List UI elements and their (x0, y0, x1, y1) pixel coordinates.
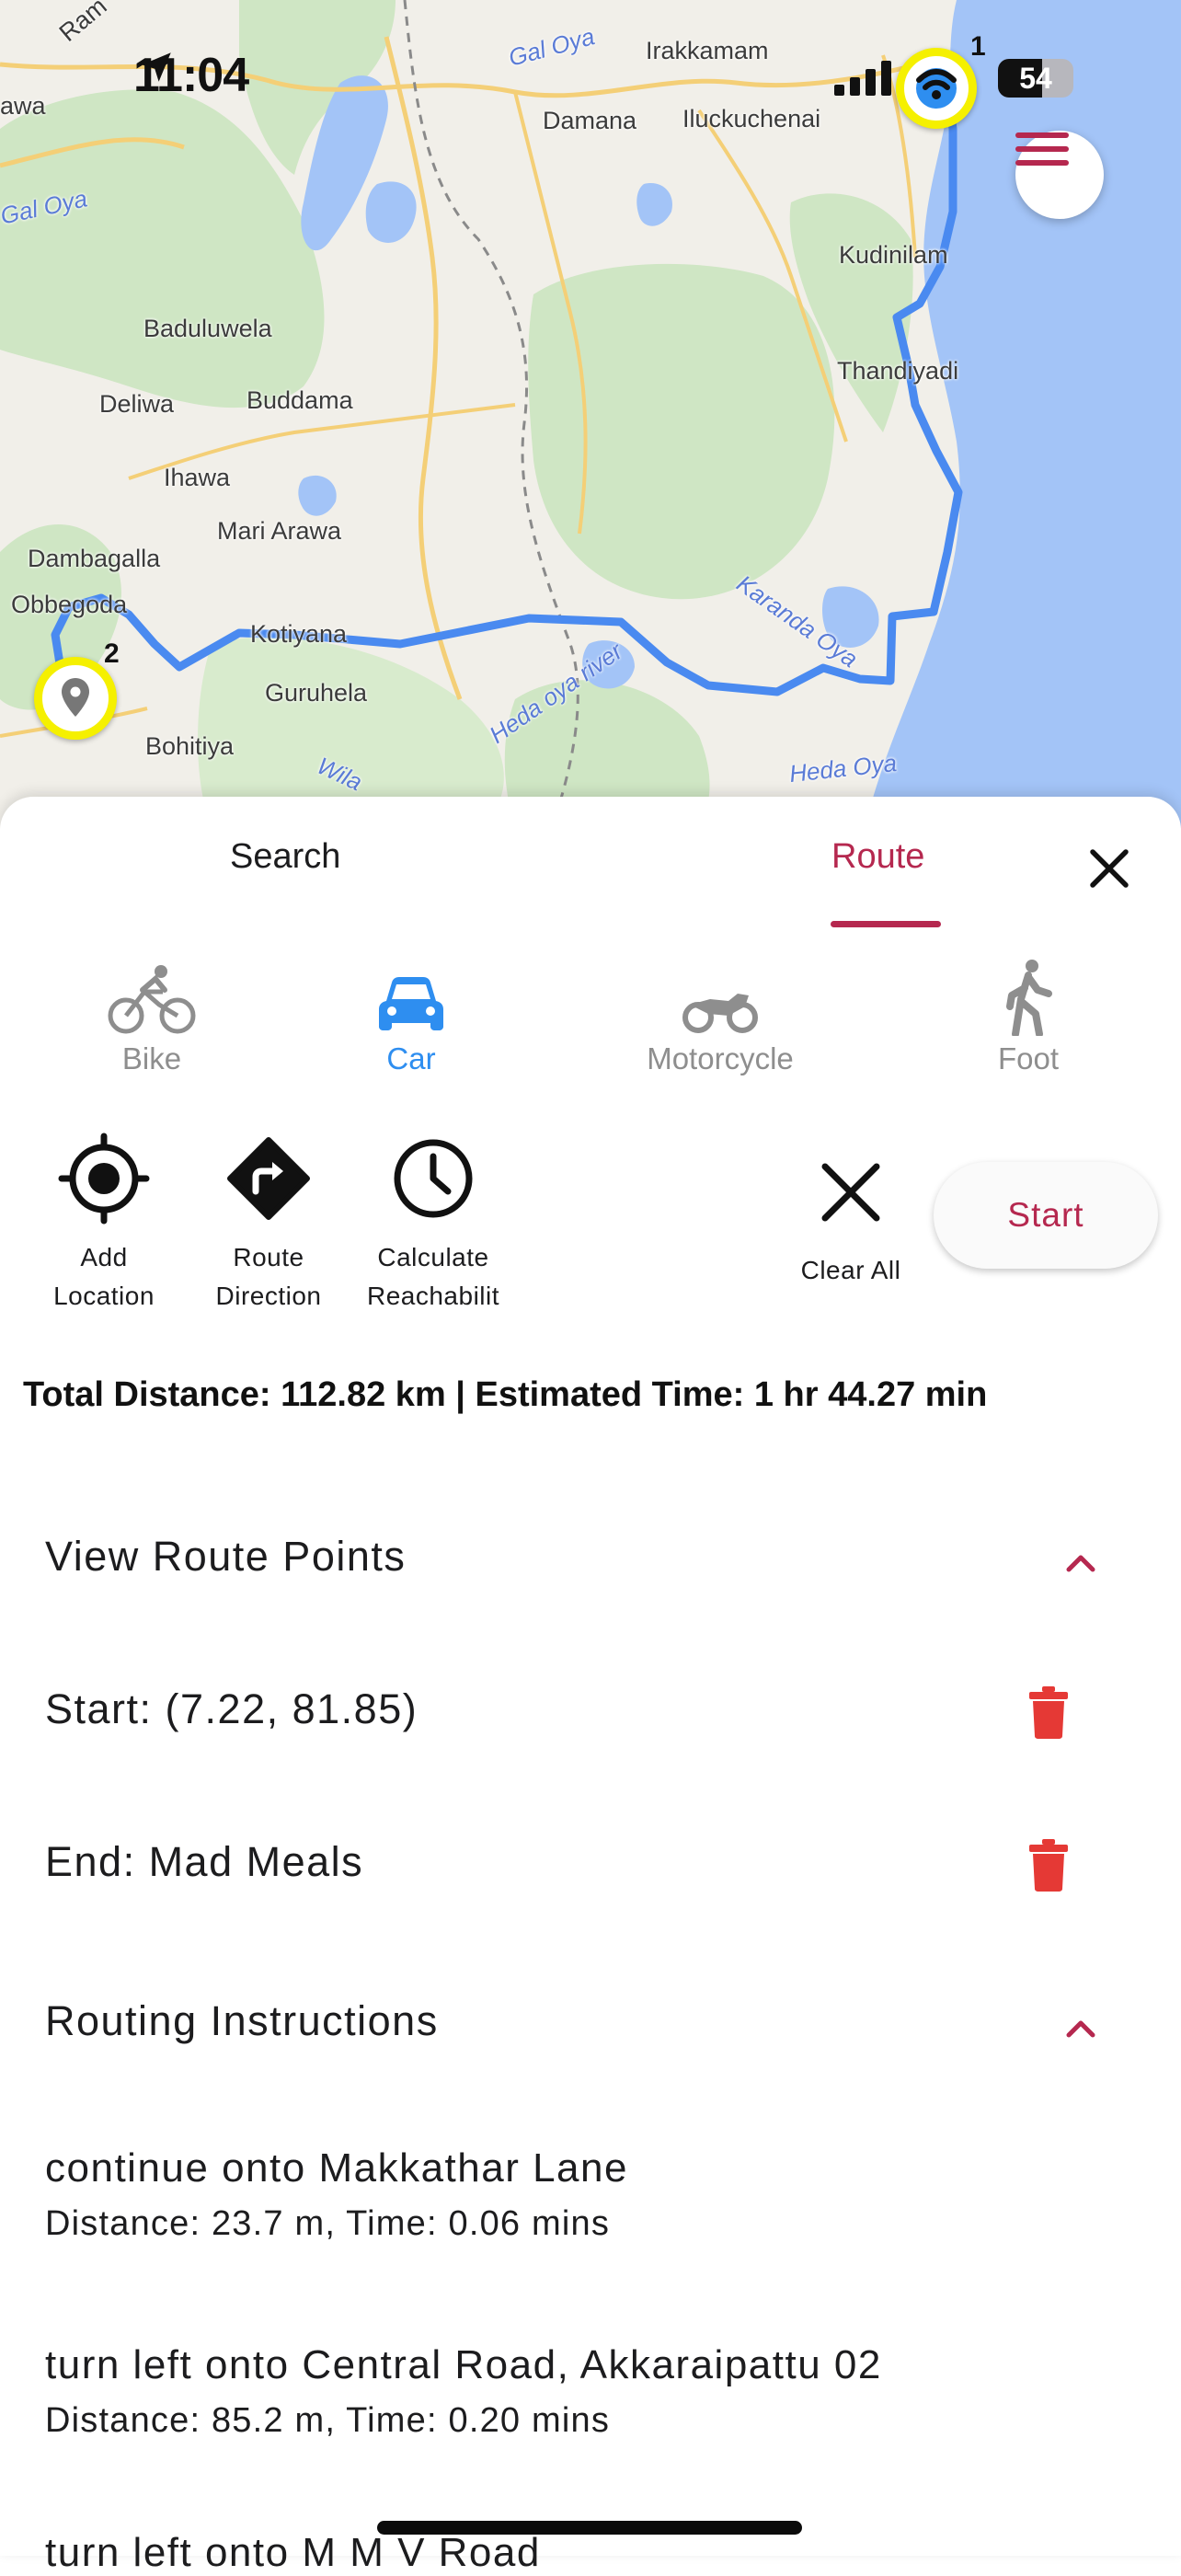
mode-car[interactable]: Car (301, 953, 522, 1076)
hamburger-menu-icon (1015, 132, 1069, 166)
add-location-button[interactable]: Add Location (12, 1128, 196, 1316)
instruction-text: continue onto Makkathar Lane (45, 2145, 628, 2191)
mode-motorcycle[interactable]: Motorcycle (610, 953, 831, 1076)
instruction-item: turn left onto Central Road, Akkaraipatt… (45, 2342, 882, 2441)
map-label: Baduluwela (143, 315, 272, 342)
mode-label: Motorcycle (647, 1041, 794, 1075)
map-label: Ihawa (164, 464, 231, 491)
walking-icon (1006, 960, 1052, 1036)
map-pin-icon (62, 678, 89, 717)
map-label: Kudinilam (839, 241, 948, 269)
view-route-points-header[interactable]: View Route Points (45, 1533, 406, 1581)
route-point-end: End: Mad Meals (45, 1838, 364, 1885)
instruction-text: turn left onto Central Road, Akkaraipatt… (45, 2342, 882, 2387)
chevron-up-icon[interactable] (1058, 1544, 1104, 1581)
tab-indicator (831, 921, 941, 927)
marker-number: 1 (970, 31, 986, 62)
car-icon (379, 977, 443, 1030)
map-label: Irakkamam (646, 37, 769, 64)
instruction-detail: Distance: 85.2 m, Time: 0.20 mins (45, 2401, 611, 2440)
route-direction-icon (227, 1137, 310, 1220)
action-label: Add Location (53, 1243, 155, 1310)
mode-label: Foot (997, 1041, 1060, 1075)
marker-number: 2 (104, 638, 120, 669)
mode-foot[interactable]: Foot (918, 953, 1139, 1076)
cellular-signal-icon (834, 61, 891, 96)
menu-button[interactable] (1015, 131, 1104, 219)
crosshair-location-icon (58, 1133, 150, 1225)
motorcycle-icon (682, 994, 758, 1033)
map-label: Buddama (247, 386, 353, 414)
location-arrow-icon (142, 52, 171, 82)
map-label: Thandiyadi (837, 357, 959, 385)
mode-label: Car (386, 1041, 436, 1075)
route-point-start: Start: (7.22, 81.85) (45, 1685, 419, 1732)
route-marker-start[interactable] (896, 48, 977, 129)
map-label: Kotiyana (250, 620, 348, 648)
instruction-item: turn left onto M M V Road (45, 2530, 541, 2576)
action-label: Clear All (800, 1256, 901, 1284)
instruction-detail: Distance: 23.7 m, Time: 0.06 mins (45, 2204, 611, 2243)
map-label: Obbegoda (11, 591, 128, 618)
action-label: Route Direction (215, 1243, 322, 1310)
map-label: Damana (543, 107, 637, 134)
tab-route[interactable]: Route (831, 837, 924, 877)
calculate-reachability-button[interactable]: Calculate Reachabilit (341, 1128, 525, 1316)
map-label: Mari Arawa (217, 517, 342, 545)
instruction-text: turn left onto M M V Road (45, 2530, 541, 2575)
routing-instructions-header[interactable]: Routing Instructions (45, 1997, 439, 2045)
gps-location-icon (916, 68, 957, 109)
close-icon (1090, 849, 1129, 888)
status-time: 11:04 (133, 48, 249, 103)
start-navigation-button[interactable]: Start (934, 1162, 1158, 1269)
instruction-item: continue onto Makkathar Lane Distance: 2… (45, 2145, 628, 2244)
battery-icon: 54 (998, 59, 1073, 98)
chevron-up-icon[interactable] (1058, 2009, 1104, 2046)
clear-icon (821, 1163, 880, 1222)
home-indicator[interactable] (377, 2521, 802, 2535)
map-view[interactable]: Ram Gal Oya Irakkamam awa Damana Iluckuc… (0, 0, 1181, 828)
clock-icon (394, 1139, 473, 1218)
clear-all-button[interactable]: Clear All (759, 1128, 943, 1290)
route-panel: Search Route Bike Car Motorcycle Foot Ad… (0, 797, 1181, 2575)
map-label: Deliwa (99, 390, 175, 418)
map-label: awa (0, 92, 46, 120)
bicycle-icon (108, 965, 196, 1034)
map-label: Guruhela (265, 679, 368, 707)
delete-icon[interactable] (1026, 1685, 1072, 1740)
route-direction-button[interactable]: Route Direction (177, 1128, 361, 1316)
mode-label: Bike (121, 1041, 182, 1075)
action-label: Calculate Reachabilit (366, 1243, 500, 1310)
close-button[interactable] (1082, 841, 1137, 896)
map-label: Bohitiya (145, 732, 235, 760)
battery-level: 54 (1019, 62, 1052, 95)
tab-search[interactable]: Search (230, 837, 340, 877)
map-label: Dambagalla (28, 545, 161, 572)
route-summary: Total Distance: 112.82 km | Estimated Ti… (23, 1375, 988, 1414)
mode-bike[interactable]: Bike (41, 953, 262, 1076)
map-label: Iluckuchenai (682, 105, 821, 132)
delete-icon[interactable] (1026, 1837, 1072, 1892)
